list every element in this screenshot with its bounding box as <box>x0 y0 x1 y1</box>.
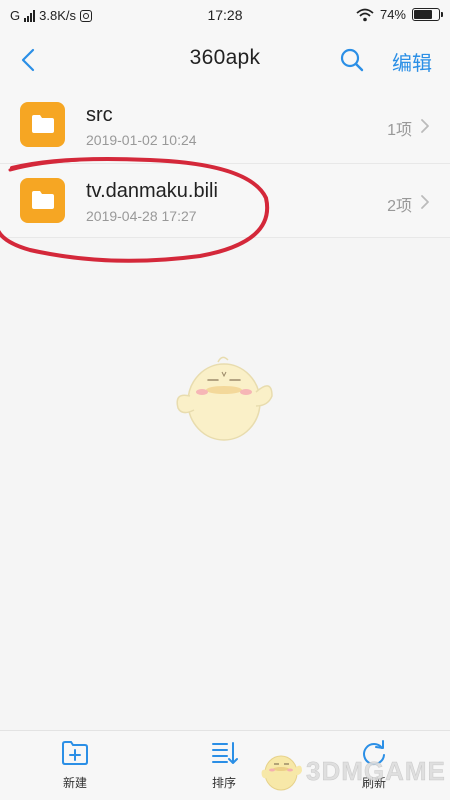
bottom-toolbar: 新建 排序 刷新 <box>0 730 450 800</box>
new-label: 新建 <box>62 776 87 790</box>
battery-icon <box>412 8 443 21</box>
chevron-right-icon <box>421 119 429 133</box>
folder-row-src[interactable]: src 2019-01-02 10:24 1项 <box>0 88 450 163</box>
folder-icon <box>20 178 65 223</box>
refresh-button[interactable]: 刷新 <box>344 739 404 791</box>
new-button[interactable]: 新建 <box>45 739 105 791</box>
file-date: 2019-04-28 17:27 <box>86 208 197 224</box>
chevron-right-icon <box>421 195 429 209</box>
edit-button[interactable]: 编辑 <box>392 47 432 76</box>
sort-label: 排序 <box>211 776 236 790</box>
item-count: 1项 <box>387 122 412 139</box>
folder-icon <box>20 102 65 147</box>
sort-button[interactable]: 排序 <box>194 739 254 791</box>
folder-row-tv-danmaku-bili[interactable]: tv.danmaku.bili 2019-04-28 17:27 2项 <box>0 163 450 238</box>
item-count: 2项 <box>387 198 412 215</box>
file-name: tv.danmaku.bili <box>86 180 218 202</box>
status-bar: G 3.8K/s 17:28 74% <box>0 0 450 32</box>
search-icon <box>340 48 364 72</box>
new-folder-icon <box>62 741 88 765</box>
refresh-label: 刷新 <box>361 776 386 790</box>
file-list: src 2019-01-02 10:24 1项 tv.danmaku.bili … <box>0 88 450 238</box>
file-date: 2019-01-02 10:24 <box>86 132 197 148</box>
sort-icon <box>212 742 238 764</box>
wifi-icon <box>356 8 374 21</box>
file-name: src <box>86 104 113 126</box>
status-right: 74% <box>356 7 443 22</box>
search-button[interactable] <box>336 44 368 76</box>
mascot-illustration <box>176 356 273 441</box>
page-title: 360apk <box>189 46 261 69</box>
battery-percent: 74% <box>379 7 406 22</box>
refresh-icon <box>363 740 385 766</box>
battery-level <box>414 10 432 19</box>
app-header: 360apk 编辑 <box>0 32 450 88</box>
